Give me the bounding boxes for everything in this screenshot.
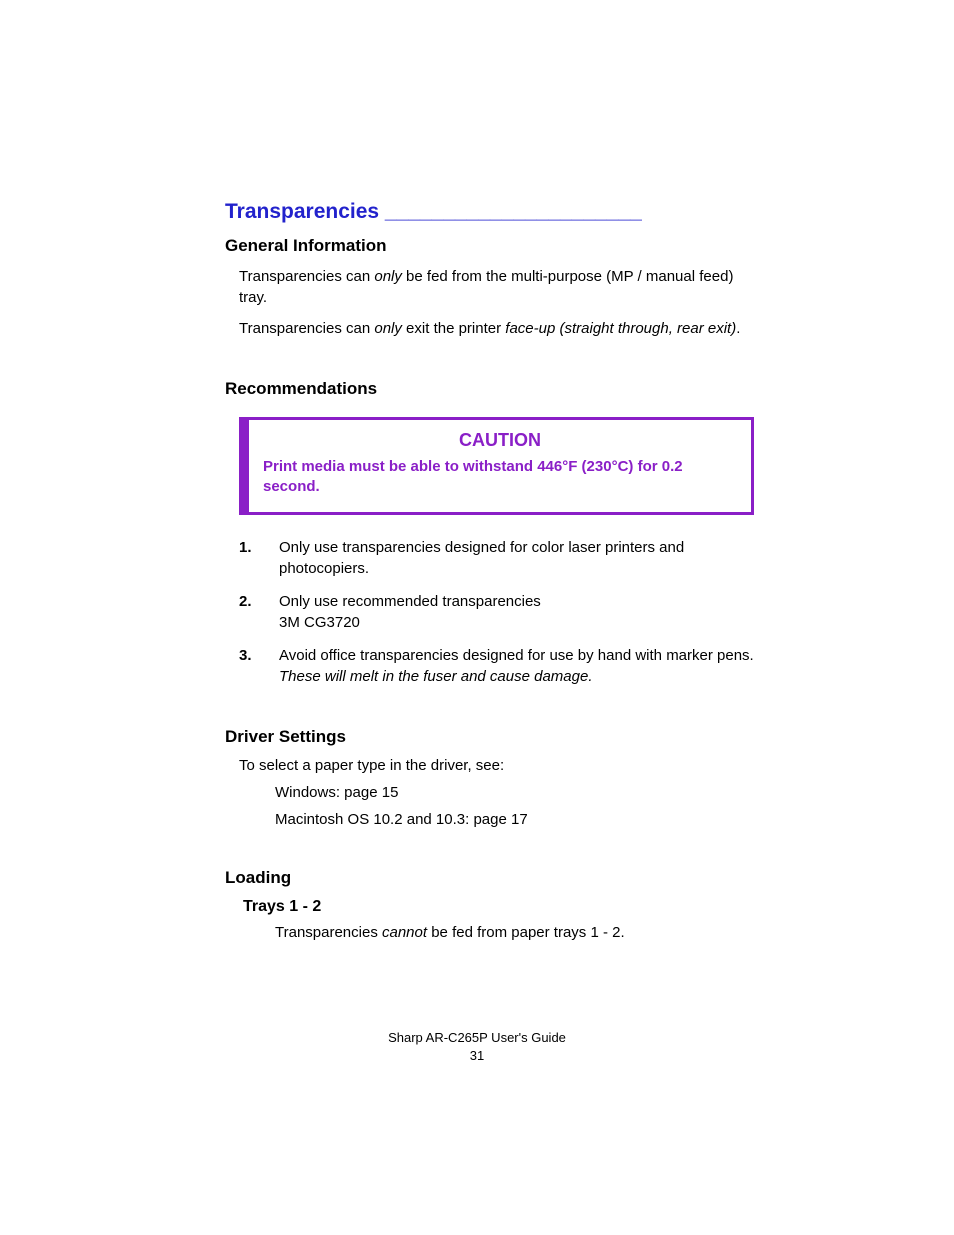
footer-guide-title: Sharp AR-C265P User's Guide — [0, 1029, 954, 1047]
text-fragment: Transparencies can — [239, 268, 374, 285]
heading-recommendations: Recommendations — [225, 379, 754, 399]
caution-text: Print media must be able to withstand 44… — [263, 457, 737, 498]
text-italic: face-up (straight through, rear exit) — [505, 320, 736, 337]
page-content: Transparencies ______________________ Ge… — [0, 0, 954, 941]
text-italic: only — [374, 320, 402, 337]
footer-page-number: 31 — [0, 1047, 954, 1065]
text-fragment: exit the printer — [402, 320, 505, 337]
caution-box: CAUTION Print media must be able to with… — [239, 417, 754, 515]
driver-windows: Windows: page 15 — [275, 784, 754, 801]
list-body: Only use recommended transparencies 3M C… — [279, 591, 754, 633]
list-item: 2. Only use recommended transparencies 3… — [239, 591, 754, 633]
text-fragment: Only use recommended transparencies — [279, 593, 541, 610]
trays-text: Transparencies cannot be fed from paper … — [275, 924, 754, 941]
text-fragment: Transparencies can — [239, 320, 374, 337]
list-number: 2. — [239, 591, 279, 633]
list-item: 3. Avoid office transparencies designed … — [239, 645, 754, 687]
list-number: 3. — [239, 645, 279, 687]
heading-general-information: General Information — [225, 236, 754, 256]
caution-title: CAUTION — [263, 430, 737, 451]
list-item: 1. Only use transparencies designed for … — [239, 537, 754, 579]
heading-loading: Loading — [225, 868, 754, 888]
text-fragment: be fed from paper trays 1 - 2. — [427, 924, 625, 941]
list-body: Only use transparencies designed for col… — [279, 537, 754, 579]
driver-intro: To select a paper type in the driver, se… — [239, 757, 754, 774]
section-title-transparencies: Transparencies ______________________ — [225, 200, 754, 224]
page-footer: Sharp AR-C265P User's Guide 31 — [0, 1029, 954, 1065]
recommendations-list: 1. Only use transparencies designed for … — [239, 537, 754, 687]
general-paragraph-1: Transparencies can only be fed from the … — [239, 266, 754, 308]
text-line2: 3M CG3720 — [279, 612, 754, 633]
text-italic: only — [374, 268, 402, 285]
text-fragment: . — [736, 320, 740, 337]
list-body: Avoid office transparencies designed for… — [279, 645, 754, 687]
general-paragraph-2: Transparencies can only exit the printer… — [239, 318, 754, 339]
text-italic: These will melt in the fuser and cause d… — [279, 666, 754, 687]
text-fragment: Avoid office transparencies designed for… — [279, 647, 754, 664]
heading-driver-settings: Driver Settings — [225, 727, 754, 747]
text-italic: cannot — [382, 924, 427, 941]
text-fragment: Transparencies — [275, 924, 382, 941]
list-number: 1. — [239, 537, 279, 579]
driver-macintosh: Macintosh OS 10.2 and 10.3: page 17 — [275, 811, 754, 828]
heading-trays: Trays 1 - 2 — [243, 898, 754, 916]
